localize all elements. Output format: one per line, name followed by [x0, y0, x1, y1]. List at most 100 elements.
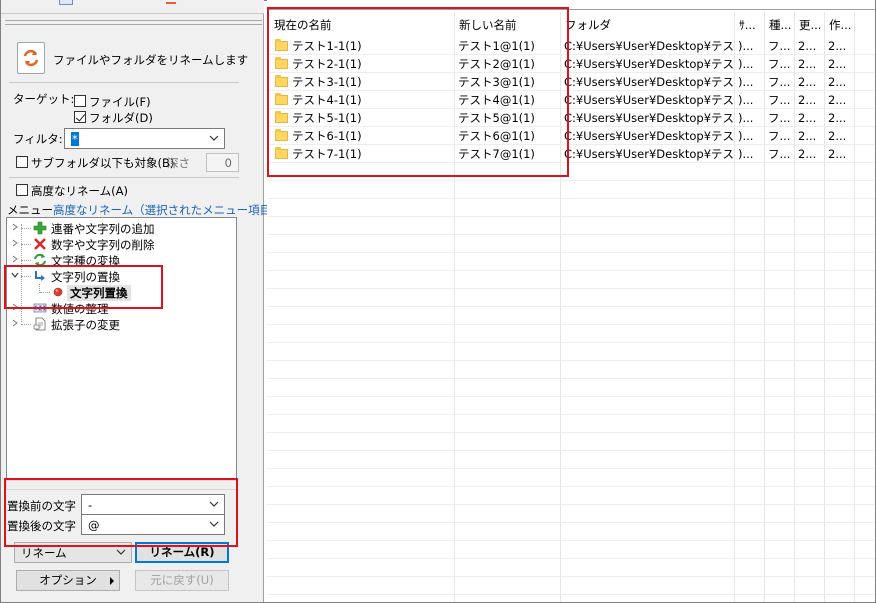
undo-button[interactable]: 元に戻す(U): [135, 570, 229, 591]
current-name: テスト7-1(1): [292, 147, 362, 161]
replace-before-label: 置換前の文字: [7, 499, 76, 513]
type-cell: フ...: [768, 57, 791, 71]
tree-item-convert[interactable]: 文字種の変換: [11, 252, 231, 268]
chevron-down-icon: [209, 501, 219, 507]
replace-before-combo[interactable]: -: [81, 494, 225, 515]
size-cell: )...: [738, 93, 754, 107]
header-separator: [9, 82, 239, 83]
current-name: テスト5-1(1): [292, 111, 362, 125]
column-header-current[interactable]: 現在の名前: [270, 14, 453, 36]
document-icon: [33, 317, 46, 331]
rename-button[interactable]: リネーム(R): [135, 542, 229, 563]
current-name: テスト4-1(1): [292, 93, 362, 107]
depth-input[interactable]: 0: [206, 153, 239, 172]
chevron-right-icon[interactable]: [11, 223, 19, 231]
filter-combo[interactable]: *: [64, 128, 225, 149]
new-name: テスト6@1(1): [458, 129, 535, 143]
folder-path: C:¥Users¥User¥Desktop¥テス...: [564, 57, 733, 71]
replace-arrow-icon: [35, 271, 45, 281]
folder-path: C:¥Users¥User¥Desktop¥テス...: [564, 75, 733, 89]
column-header-type[interactable]: 種...: [765, 14, 793, 36]
chevron-down-icon[interactable]: [11, 271, 19, 279]
new-name: テスト4@1(1): [458, 93, 535, 107]
current-name: テスト3-1(1): [292, 75, 362, 89]
type-cell: フ...: [768, 147, 791, 161]
modified-cell: 2...: [798, 39, 817, 53]
size-cell: )...: [738, 75, 754, 89]
modified-cell: 2...: [798, 75, 817, 89]
column-header-folder[interactable]: フォルダ: [561, 14, 735, 36]
panel-header-text: ファイルやフォルダをリネームします: [53, 53, 249, 67]
modified-cell: 2...: [798, 57, 817, 71]
subfolder-checkbox-label[interactable]: サブフォルダ以下も対象(B): [31, 155, 174, 171]
folder-checkbox-label[interactable]: フォルダ(D): [89, 110, 153, 126]
panel-divider-top: [5, 20, 262, 21]
new-name: テスト1@1(1): [458, 39, 535, 53]
folder-icon: [275, 39, 288, 51]
size-cell: )...: [738, 147, 754, 161]
chevron-right-icon[interactable]: [11, 319, 19, 327]
tree-item-string-replace[interactable]: 文字列置換: [11, 284, 231, 301]
folder-checkbox[interactable]: [74, 111, 86, 123]
file-list-view[interactable]: 現在の名前 新しい名前 フォルダ ｻ... 種... 更... 作... テスト…: [267, 0, 875, 602]
menu-selected-text: 高度なリネーム（選択されたメニュー項目）: [53, 203, 283, 217]
tree-item-add[interactable]: 連番や文字列の追加: [11, 220, 231, 236]
replace-after-combo[interactable]: @: [81, 514, 225, 535]
created-cell: 2...: [828, 75, 847, 89]
type-cell: フ...: [768, 129, 791, 143]
toolbar-edit-icon[interactable]: [166, 0, 176, 4]
rename-panel: ファイルやフォルダをリネームします ターゲット: ファイル(F) フォルダ(D)…: [1, 0, 283, 602]
chevron-down-icon: [209, 521, 219, 527]
chevron-right-icon[interactable]: [11, 303, 19, 311]
tree-item-replace[interactable]: 文字列の置換: [11, 268, 231, 284]
new-name: テスト2@1(1): [458, 57, 535, 71]
subfolder-checkbox[interactable]: [16, 156, 28, 168]
options-separator: [9, 177, 239, 178]
options-button[interactable]: オプション: [16, 570, 120, 591]
folder-path: C:¥Users¥User¥Desktop¥テス...: [564, 93, 733, 107]
tree-item-extension[interactable]: 拡張子の変更: [11, 316, 231, 332]
refresh-icon: [34, 253, 46, 267]
toolbar-strip: [1, 0, 264, 14]
mode-select-value: リネーム: [21, 546, 67, 560]
cross-icon: [34, 238, 46, 250]
menu-label: メニュー: [7, 203, 53, 217]
current-name: テスト6-1(1): [292, 129, 362, 143]
filter-value: *: [71, 132, 79, 146]
file-checkbox-label[interactable]: ファイル(F): [89, 94, 151, 110]
modified-cell: 2...: [798, 111, 817, 125]
menu-tree[interactable]: 連番や文字列の追加 数字や文字列の削除 文字種の変換 文字列の置換 文字列置換: [6, 217, 237, 487]
new-name: テスト5@1(1): [458, 111, 535, 125]
folder-path: C:¥Users¥User¥Desktop¥テス...: [564, 39, 733, 53]
type-cell: フ...: [768, 75, 791, 89]
tree-horizontal-scrollbar[interactable]: [6, 480, 237, 490]
toolbar-window-icon[interactable]: [59, 0, 73, 5]
replace-after-value: @: [88, 518, 100, 532]
tree-item-label: 数値の整理: [51, 302, 109, 316]
column-header-created[interactable]: 作...: [825, 14, 853, 36]
type-cell: フ...: [768, 111, 791, 125]
current-name: テスト1-1(1): [292, 39, 362, 53]
triangle-right-icon: [110, 577, 114, 585]
plus-icon: [33, 221, 47, 235]
column-header-modified[interactable]: 更...: [795, 14, 823, 36]
column-header-size[interactable]: ｻ...: [735, 14, 763, 36]
created-cell: 2...: [828, 57, 847, 71]
type-cell: フ...: [768, 93, 791, 107]
modified-cell: 2...: [798, 147, 817, 161]
tree-item-label: 拡張子の変更: [51, 318, 120, 332]
chevron-right-icon[interactable]: [11, 255, 19, 263]
file-checkbox[interactable]: [74, 95, 86, 107]
created-cell: 2...: [828, 129, 847, 143]
chevron-right-icon[interactable]: [11, 239, 19, 247]
advanced-rename-label[interactable]: 高度なリネーム(A): [31, 183, 128, 199]
advanced-rename-checkbox[interactable]: [16, 184, 28, 196]
tree-item-label: 連番や文字列の追加: [51, 222, 155, 236]
mode-select[interactable]: リネーム: [14, 542, 132, 563]
tree-item-number[interactable]: 数値の整理: [11, 300, 231, 316]
column-header-new[interactable]: 新しい名前: [455, 14, 558, 36]
replace-after-label: 置換後の文字: [7, 519, 76, 533]
tree-item-delete[interactable]: 数字や文字列の削除: [11, 236, 231, 252]
created-cell: 2...: [828, 111, 847, 125]
created-cell: 2...: [828, 147, 847, 161]
